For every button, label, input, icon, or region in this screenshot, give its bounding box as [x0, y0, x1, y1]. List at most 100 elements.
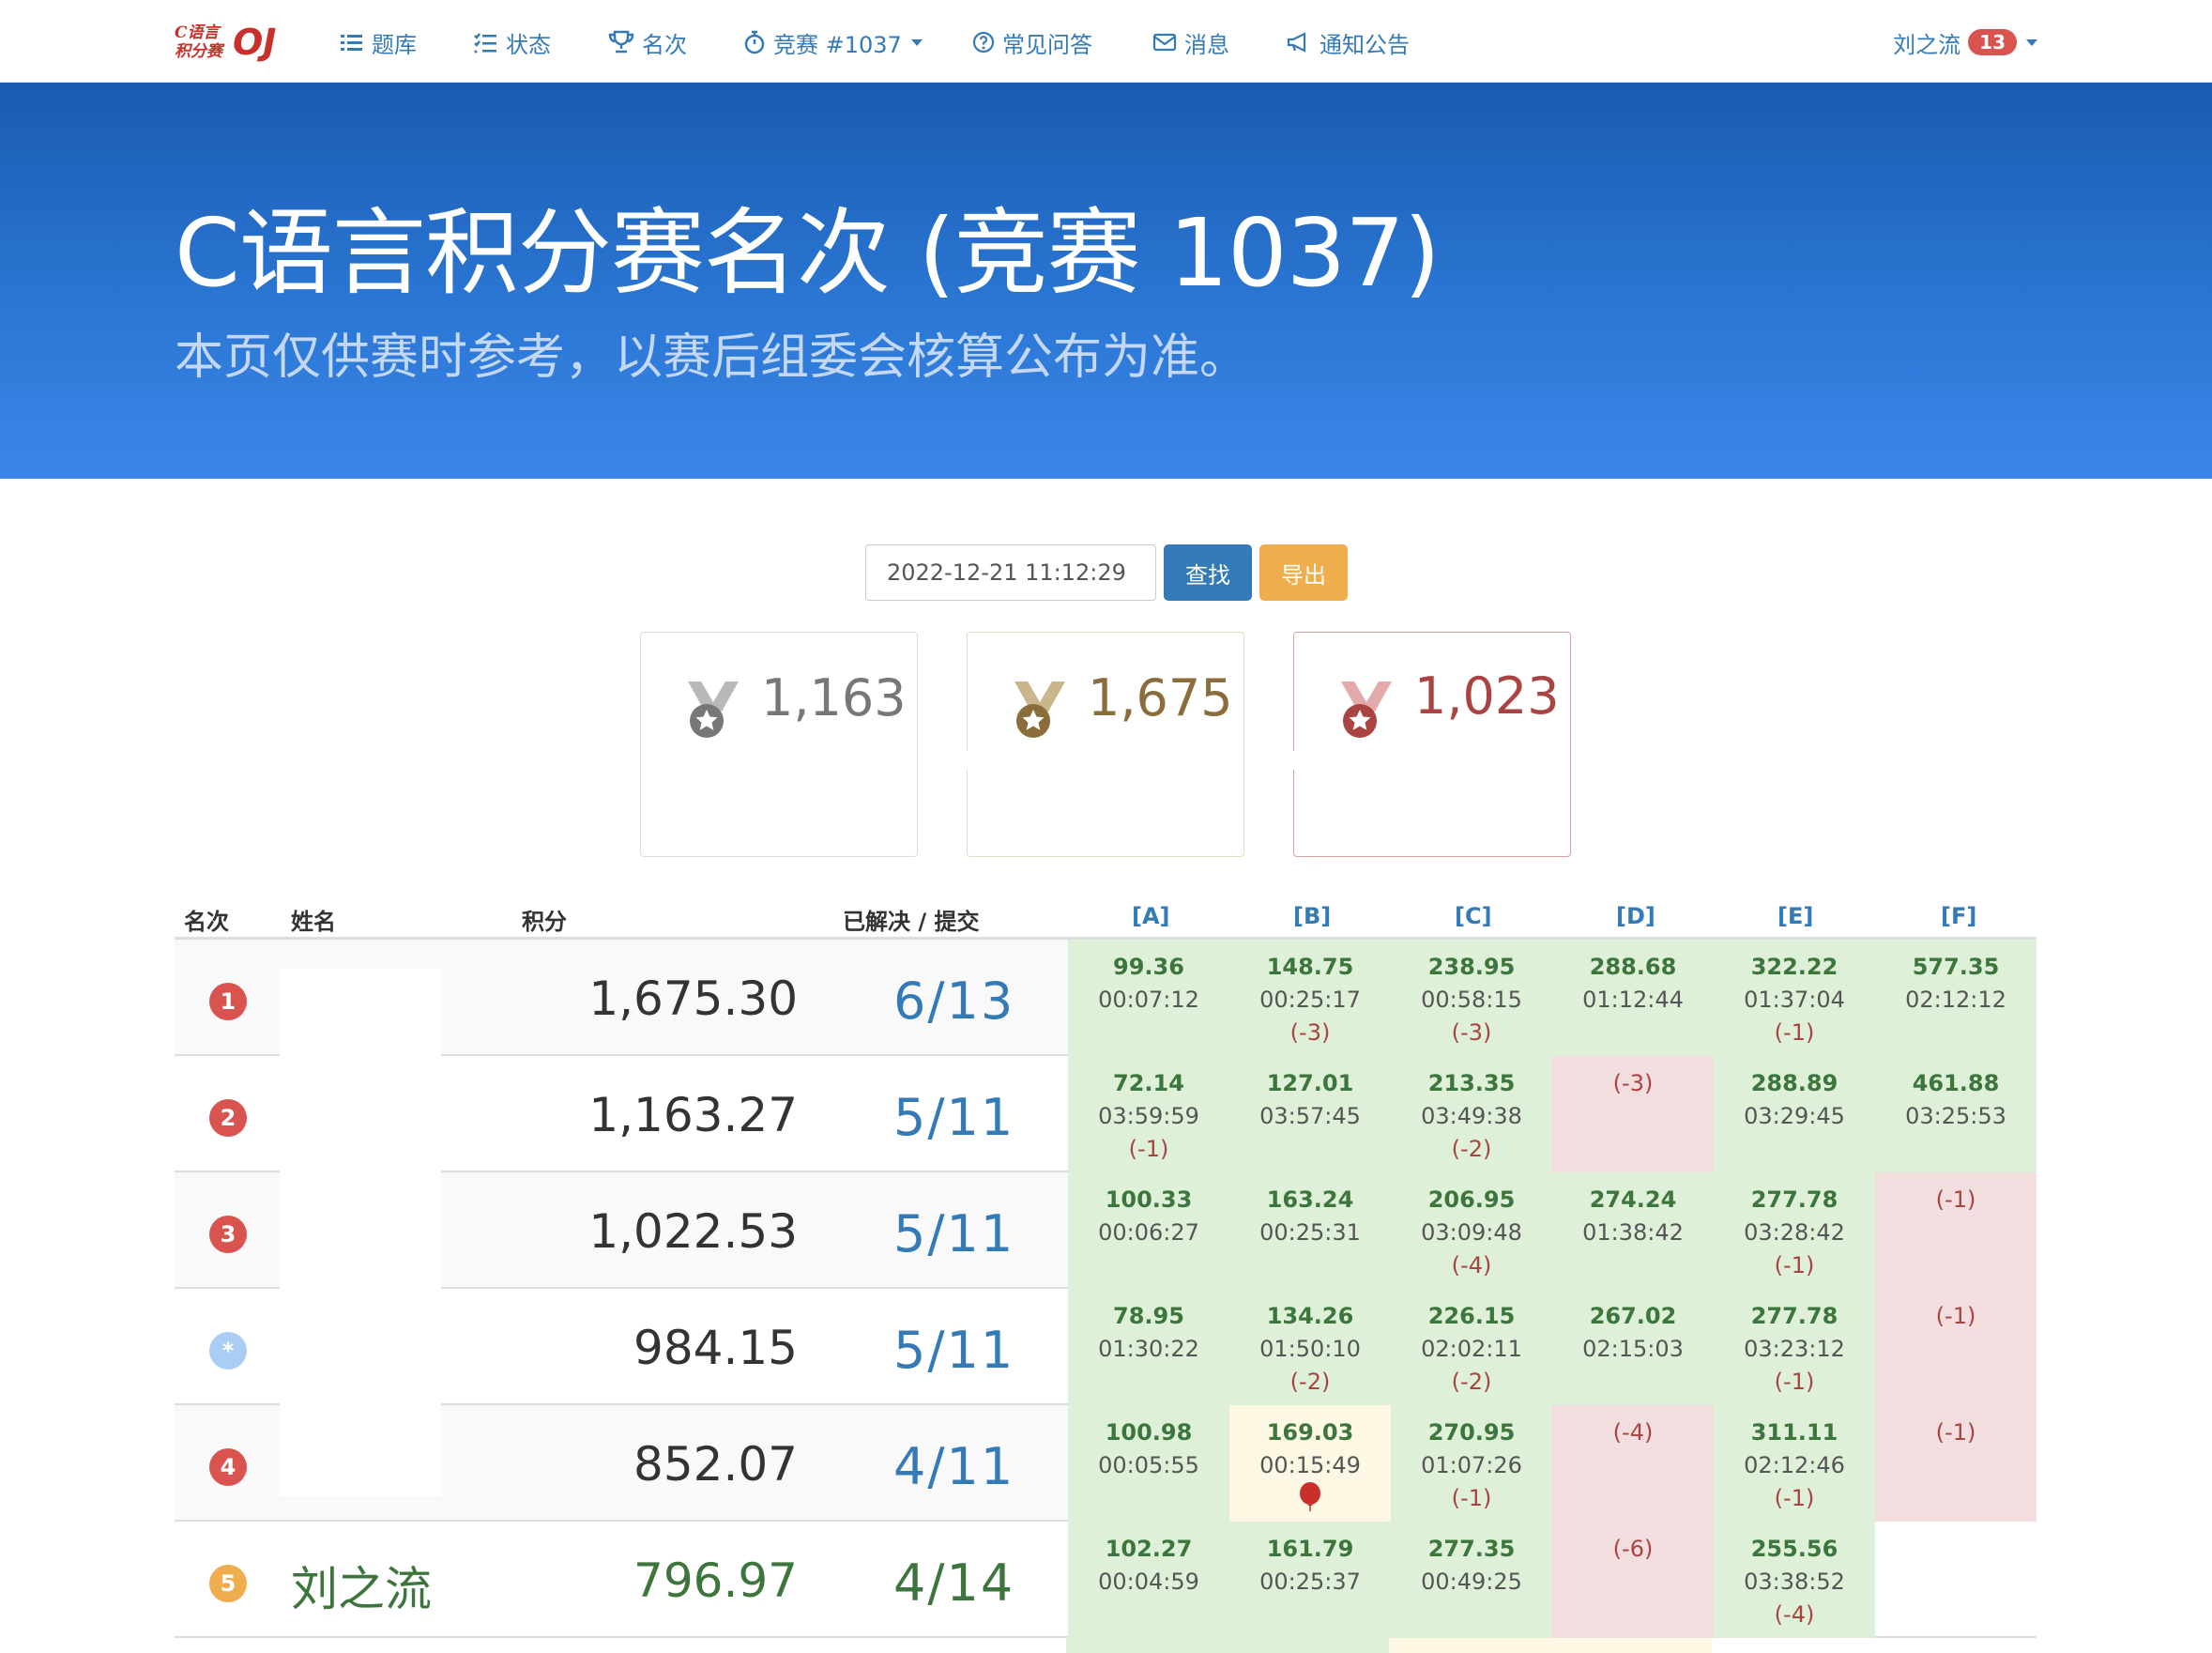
problem-points: 277.78 [1750, 1303, 1838, 1329]
problem-cell: (-6) [1552, 1522, 1714, 1638]
problem-points: 226.15 [1427, 1303, 1516, 1329]
accept-time: 03:23:12 [1744, 1336, 1845, 1362]
wrong-tries: (-1) [1774, 1019, 1815, 1046]
accept-time: 03:09:48 [1421, 1219, 1522, 1246]
problem-points: 238.95 [1427, 954, 1516, 980]
wrong-tries: (-1) [1935, 1419, 1976, 1446]
solved-submitted[interactable]: 5/11 [893, 1204, 1014, 1263]
problem-points: 270.95 [1427, 1419, 1516, 1446]
search-button[interactable]: 查找 [1164, 544, 1252, 601]
problem-cell: 277.78 03:28:42 (-1) [1714, 1172, 1875, 1289]
problem-cell: 161.79 00:25:37 [1229, 1522, 1391, 1638]
problem-points: 288.68 [1589, 954, 1677, 980]
problem-points: 255.56 [1750, 1536, 1838, 1562]
user-menu[interactable]: 刘之流 13 [1893, 23, 2037, 61]
accept-time: 01:07:26 [1421, 1452, 1522, 1478]
accept-time: 03:49:38 [1421, 1103, 1522, 1129]
header-problem-a[interactable]: [A] [1132, 903, 1170, 929]
problem-points: 461.88 [1912, 1070, 2000, 1096]
site-logo[interactable]: C语言 积分赛 OJ [175, 19, 276, 66]
problem-cell: 100.98 00:05:55 [1068, 1405, 1229, 1522]
wrong-tries: (-4) [1774, 1601, 1815, 1628]
problem-points: 206.95 [1427, 1186, 1516, 1213]
problem-cell: 102.27 00:04:59 [1068, 1522, 1229, 1638]
export-button[interactable]: 导出 [1259, 544, 1348, 601]
rank-badge: 4 [209, 1448, 247, 1486]
stopwatch-icon [744, 30, 765, 54]
problem-points: 277.35 [1427, 1536, 1516, 1562]
nav-announcements[interactable]: 通知公告 [1286, 23, 1410, 61]
problem-points: 99.36 [1113, 954, 1184, 980]
notification-badge: 13 [1968, 29, 2017, 55]
nav-problems[interactable]: 题库 [340, 23, 417, 61]
score-value: 1,675.30 [588, 972, 798, 1026]
problem-points: 134.26 [1266, 1303, 1354, 1329]
problem-points: 148.75 [1266, 954, 1354, 980]
problem-cell: (-1) [1875, 1172, 2037, 1289]
accept-time: 02:12:46 [1744, 1452, 1845, 1478]
problem-cell: 148.75 00:25:17 (-3) [1229, 940, 1391, 1056]
problem-cell: 270.95 01:07:26 (-1) [1391, 1405, 1552, 1522]
logo-oj: OJ [233, 22, 277, 63]
accept-time: 00:25:37 [1259, 1569, 1361, 1595]
header-problem-f[interactable]: [F] [1941, 903, 1976, 929]
problem-cell: 267.02 02:15:03 [1552, 1289, 1714, 1405]
problem-points: 213.35 [1427, 1070, 1516, 1096]
nav-status[interactable]: 状态 [474, 23, 551, 61]
nav-ranking-label: 名次 [642, 31, 687, 58]
problem-points: 161.79 [1266, 1536, 1354, 1562]
problem-cell: 277.78 03:23:12 (-1) [1714, 1289, 1875, 1405]
nav-contest-dropdown[interactable]: 竞赛 #1037 [743, 23, 923, 61]
header-problem-d[interactable]: [D] [1616, 903, 1655, 929]
next-row-peek [1066, 1638, 1389, 1653]
solved-submitted[interactable]: 5/11 [893, 1321, 1014, 1380]
solved-submitted[interactable]: 4/11 [893, 1437, 1014, 1496]
logo-small-line2: 积分赛 [175, 42, 222, 61]
accept-time: 01:12:44 [1582, 987, 1684, 1013]
accept-time: 01:37:04 [1744, 987, 1845, 1013]
nav-announcements-label: 通知公告 [1320, 31, 1410, 58]
problem-points: 277.78 [1750, 1186, 1838, 1213]
medal-value: 1,675 [1088, 668, 1233, 727]
accept-time: 02:02:11 [1421, 1336, 1522, 1362]
problem-points: 127.01 [1266, 1070, 1354, 1096]
table-row: 4 852.07 4/11 100.98 00:05:55 169.03 00:15:49 2… [175, 1405, 2037, 1522]
wrong-tries: (-2) [1451, 1136, 1492, 1162]
header-problem-b[interactable]: [B] [1293, 903, 1331, 929]
problem-cell: (-3) [1552, 1056, 1714, 1172]
solved-submitted[interactable]: 4/14 [893, 1554, 1014, 1613]
header-problem-c[interactable]: [C] [1455, 903, 1492, 929]
score-value: 1,022.53 [588, 1204, 798, 1259]
problem-cell: 99.36 00:07:12 [1068, 940, 1229, 1056]
solved-submitted[interactable]: 5/11 [893, 1088, 1014, 1147]
problem-cell: (-1) [1875, 1405, 2037, 1522]
problem-cell: 127.01 03:57:45 [1229, 1056, 1391, 1172]
header-solved: 已解决 / 提交 [843, 909, 980, 935]
problem-cell: 226.15 02:02:11 (-2) [1391, 1289, 1552, 1405]
problem-cell: 72.14 03:59:59 (-1) [1068, 1056, 1229, 1172]
wrong-tries: (-6) [1612, 1536, 1654, 1562]
nav-problems-label: 题库 [372, 31, 417, 58]
problem-cell: 100.33 00:06:27 [1068, 1172, 1229, 1289]
rank-badge: 3 [209, 1216, 247, 1253]
datetime-input[interactable] [865, 544, 1156, 601]
contestant-name[interactable]: 刘之流 [291, 1552, 432, 1619]
problem-cell: 78.95 01:30:22 [1068, 1289, 1229, 1405]
score-value: 1,163.27 [588, 1088, 798, 1142]
problem-points: 288.89 [1750, 1070, 1838, 1096]
accept-time: 00:06:27 [1098, 1219, 1199, 1246]
user-name: 刘之流 [1893, 31, 1961, 58]
accept-time: 00:15:49 [1259, 1452, 1361, 1478]
rank-badge: 1 [209, 983, 247, 1020]
nav-ranking[interactable]: 名次 [608, 23, 687, 61]
accept-time: 03:38:52 [1744, 1569, 1845, 1595]
solved-submitted[interactable]: 6/13 [893, 972, 1014, 1031]
wrong-tries: (-1) [1935, 1303, 1976, 1329]
nav-faq[interactable]: 常见问答 [972, 23, 1092, 61]
nav-messages[interactable]: 消息 [1152, 23, 1229, 61]
page-subtitle: 本页仅供赛时参考，以赛后组委会核算公布为准。 [175, 329, 1249, 386]
table-row: * 984.15 5/11 78.95 01:30:22 134.26 01:50:10 (-… [175, 1289, 2037, 1405]
header-problem-e[interactable]: [E] [1777, 903, 1813, 929]
problem-cell: 206.95 03:09:48 (-4) [1391, 1172, 1552, 1289]
wrong-tries: (-2) [1451, 1369, 1492, 1395]
